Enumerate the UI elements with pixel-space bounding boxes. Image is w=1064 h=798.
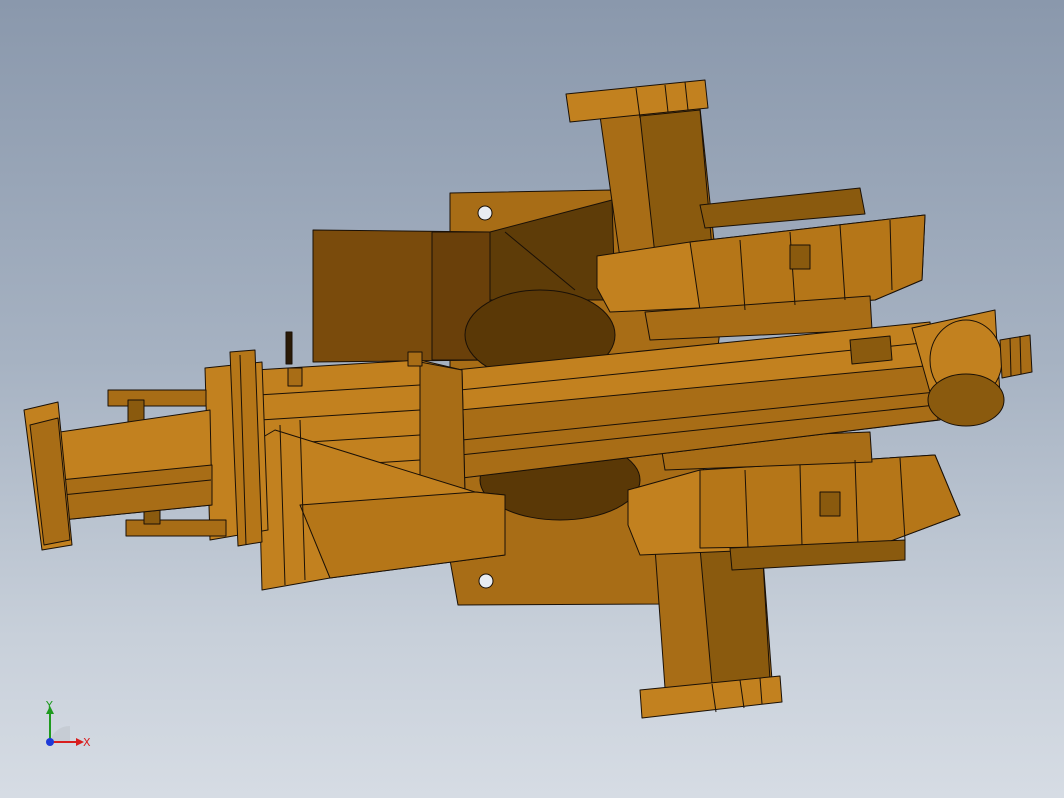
inlet-pipe[interactable] (59, 409, 213, 521)
inlet-flange[interactable] (23, 401, 73, 551)
shaft-end-coupling[interactable] (911, 309, 1033, 427)
y-axis-label: Y (46, 699, 53, 712)
lower-ring-housing[interactable] (627, 431, 961, 571)
x-axis-label: X (83, 736, 91, 749)
bottom-outlet-pipe[interactable] (639, 544, 783, 719)
graphics-viewport[interactable]: X Y (0, 0, 1064, 798)
cable-gland[interactable] (285, 331, 293, 365)
pump-assembly-model[interactable] (0, 0, 1064, 798)
